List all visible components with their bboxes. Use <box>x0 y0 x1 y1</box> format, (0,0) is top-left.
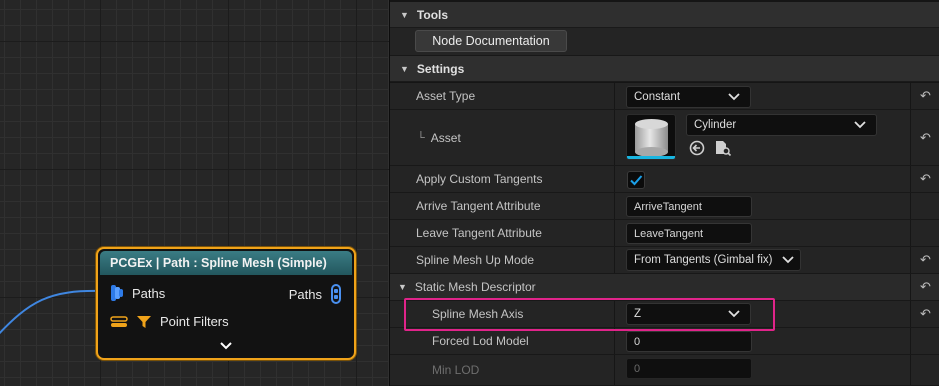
highlight-box <box>404 298 775 331</box>
asset-type-value: Constant <box>634 91 681 103</box>
chevron-down-icon <box>854 121 866 129</box>
arrive-tangent-label: Arrive Tangent Attribute <box>416 199 541 213</box>
asset-value: Cylinder <box>694 119 737 131</box>
output-pin-label: Paths <box>288 286 322 302</box>
tree-branch-icon: └ <box>417 131 425 144</box>
expand-chevron-icon[interactable] <box>220 341 232 351</box>
arrive-tangent-input[interactable]: ArriveTangent <box>626 196 752 217</box>
category-settings-label: Settings <box>416 61 465 76</box>
use-selected-asset-icon[interactable] <box>689 140 705 156</box>
filter-pin-icon <box>110 315 128 327</box>
reset-column <box>910 328 939 354</box>
reset-to-default-icon[interactable]: ↶ <box>910 166 939 192</box>
browse-asset-icon[interactable] <box>714 140 732 156</box>
spline-mesh-node[interactable]: PCGEx | Path : Spline Mesh (Simple) Path… <box>96 247 356 360</box>
category-tools-label: Tools <box>416 7 449 22</box>
apply-custom-tangents-label: Apply Custom Tangents <box>416 172 543 186</box>
reset-column <box>910 193 939 219</box>
up-mode-label: Spline Mesh Up Mode <box>416 253 535 267</box>
forced-lod-input[interactable]: 0 <box>626 331 752 352</box>
reset-column <box>910 355 939 385</box>
reset-to-default-icon[interactable]: ↶ <box>910 301 939 327</box>
row-leave-tangent: Leave Tangent Attribute LeaveTangent <box>390 220 939 247</box>
collapse-triangle-icon: ▼ <box>400 9 409 20</box>
paths-pin-icon <box>111 285 123 301</box>
graph-canvas[interactable]: PCGEx | Path : Spline Mesh (Simple) Path… <box>0 0 389 386</box>
min-lod-label: Min LOD <box>432 363 480 377</box>
asset-type-label: Asset Type <box>416 89 476 103</box>
apply-custom-tangents-checkbox[interactable] <box>627 171 645 189</box>
up-mode-value: From Tangents (Gimbal fix) <box>634 254 773 266</box>
leave-tangent-input[interactable]: LeaveTangent <box>626 223 752 244</box>
reset-column <box>910 220 939 246</box>
output-pin-paths[interactable]: Paths <box>289 284 342 304</box>
category-tools[interactable]: ▼ Tools <box>390 2 939 28</box>
input-pin-paths[interactable]: Paths <box>110 284 165 302</box>
row-forced-lod-model: Forced Lod Model 0 <box>390 328 939 355</box>
asset-label-wrap: └ Asset <box>417 110 461 165</box>
asset-picker-dropdown[interactable]: Cylinder <box>686 114 877 136</box>
reset-to-default-icon[interactable]: ↶ <box>910 247 939 273</box>
row-apply-custom-tangents: Apply Custom Tangents ↶ <box>390 166 939 193</box>
reset-to-default-icon[interactable]: ↶ <box>910 110 939 165</box>
filter-pin-label: Point Filters <box>160 314 229 329</box>
static-mesh-descriptor-label: Static Mesh Descriptor <box>414 280 536 294</box>
row-asset: └ Asset Cylinder ↶ <box>390 110 939 166</box>
chevron-down-icon <box>728 93 740 101</box>
input-pin-point-filters[interactable]: Point Filters <box>110 314 229 329</box>
node-title: PCGEx | Path : Spline Mesh (Simple) <box>100 251 352 275</box>
reset-to-default-icon[interactable]: ↶ <box>910 274 939 300</box>
static-mesh-descriptor-header: ▼ Static Mesh Descriptor <box>398 274 536 300</box>
funnel-icon <box>137 315 151 328</box>
row-asset-type: Asset Type Constant ↶ <box>390 83 939 110</box>
chevron-down-icon <box>782 256 794 264</box>
up-mode-dropdown[interactable]: From Tangents (Gimbal fix) <box>626 249 801 271</box>
category-settings[interactable]: ▼ Settings <box>390 56 939 82</box>
row-arrive-tangent: Arrive Tangent Attribute ArriveTangent <box>390 193 939 220</box>
asset-label: Asset <box>430 130 461 145</box>
paths-out-pin-icon <box>331 284 341 304</box>
asset-type-dropdown[interactable]: Constant <box>626 86 751 108</box>
cylinder-thumbnail-icon <box>635 119 668 157</box>
forced-lod-label: Forced Lod Model <box>432 334 529 348</box>
collapse-triangle-icon: ▼ <box>400 63 409 74</box>
collapse-triangle-icon: ▼ <box>398 282 407 292</box>
checkmark-icon <box>630 175 643 186</box>
reset-to-default-icon[interactable]: ↶ <box>910 83 939 109</box>
node-documentation-button[interactable]: Node Documentation <box>415 30 567 52</box>
min-lod-input[interactable]: 0 <box>626 358 752 379</box>
input-pin-label: Paths <box>132 285 166 301</box>
leave-tangent-label: Leave Tangent Attribute <box>416 226 542 240</box>
row-spline-mesh-up-mode: Spline Mesh Up Mode From Tangents (Gimba… <box>390 247 939 274</box>
row-static-mesh-descriptor[interactable]: ▼ Static Mesh Descriptor ↶ <box>390 274 939 301</box>
asset-thumbnail[interactable] <box>626 114 676 160</box>
row-min-lod: Min LOD 0 <box>390 355 939 386</box>
